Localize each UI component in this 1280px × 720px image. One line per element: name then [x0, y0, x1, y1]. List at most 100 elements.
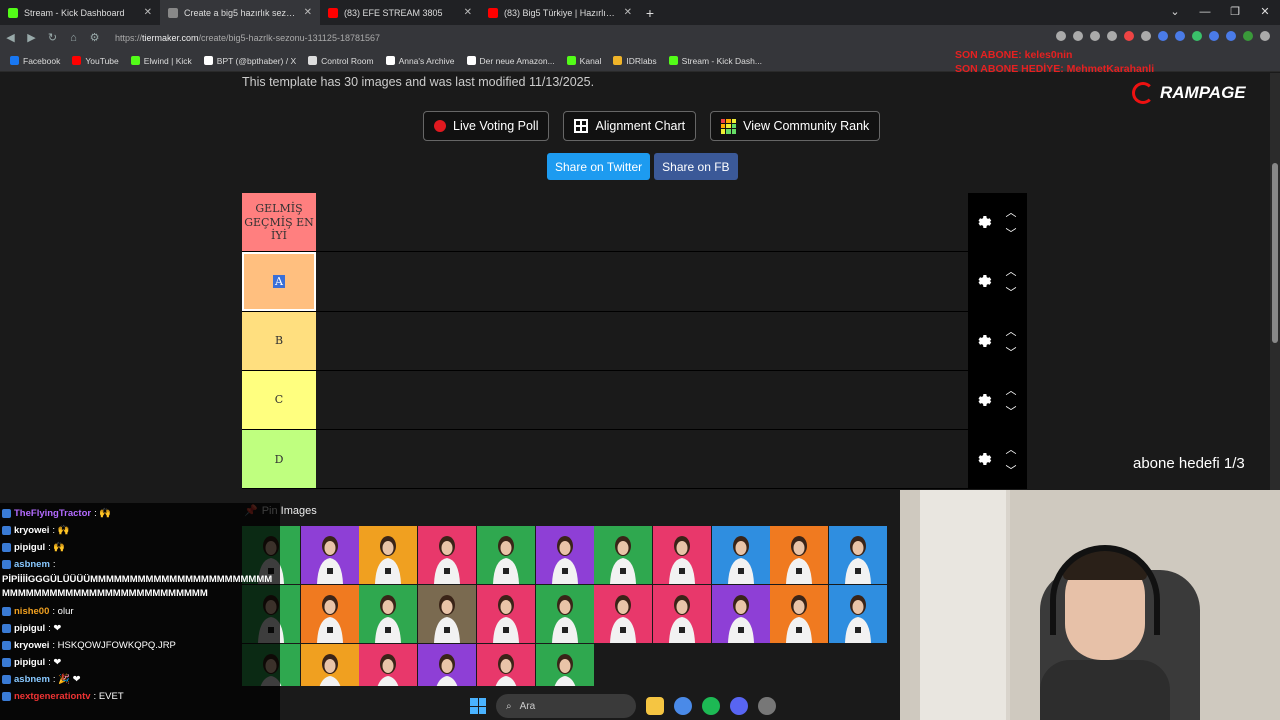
url-field[interactable]: https://tiermaker.com/create/big5-hazrlk…: [115, 33, 380, 43]
spotify-icon[interactable]: [702, 697, 720, 715]
extension-icon[interactable]: [1107, 31, 1117, 41]
tier-label[interactable]: C: [242, 370, 316, 430]
tier-drop-zone[interactable]: [316, 311, 968, 370]
bookmark-item[interactable]: Elwind | Kick: [130, 56, 192, 66]
extension-icon[interactable]: [1158, 31, 1168, 41]
tab-close-icon[interactable]: ✕: [144, 7, 152, 18]
tier-label[interactable]: GELMİŞ GEÇMİŞ EN İYİ: [242, 193, 316, 252]
new-tab-button[interactable]: +: [640, 5, 660, 21]
bookmark-icon[interactable]: [1090, 31, 1100, 41]
maximize-button[interactable]: ❐: [1220, 0, 1250, 25]
tier-drop-zone[interactable]: [316, 252, 968, 311]
translate-icon[interactable]: [1056, 31, 1066, 41]
chevron-down-icon[interactable]: ﹀: [1004, 343, 1018, 364]
menu-icon[interactable]: [1260, 31, 1270, 41]
chevron-up-icon[interactable]: ︿: [1004, 322, 1018, 343]
home-icon[interactable]: ⌂: [63, 32, 84, 44]
scrollbar-thumb[interactable]: [1272, 163, 1278, 343]
browser-tab[interactable]: (83) Big5 Türkiye | Hazırlık Sezon ✕: [480, 0, 640, 25]
tier-image-thumbnail[interactable]: [418, 585, 477, 643]
gear-icon[interactable]: [974, 391, 992, 409]
chrome-icon[interactable]: [674, 697, 692, 715]
tab-close-icon[interactable]: ✕: [304, 7, 312, 18]
bookmark-item[interactable]: Facebook: [10, 56, 60, 66]
tier-drop-zone[interactable]: [316, 430, 968, 489]
chevron-down-icon[interactable]: ﹀: [1004, 224, 1018, 245]
tier-image-thumbnail[interactable]: [770, 585, 829, 643]
share-twitter-button[interactable]: Share on Twitter: [547, 153, 651, 180]
sidepanel-icon[interactable]: [1226, 31, 1236, 41]
tier-label[interactable]: D: [242, 430, 316, 489]
chevron-up-icon[interactable]: ︿: [1004, 262, 1018, 283]
browser-tab[interactable]: Stream - Kick Dashboard ✕: [0, 0, 160, 25]
extension-icon[interactable]: [1141, 31, 1151, 41]
bookmark-item[interactable]: Stream - Kick Dash...: [668, 56, 762, 66]
tier-image-thumbnail[interactable]: [359, 644, 418, 686]
tier-image-thumbnail[interactable]: [476, 644, 535, 686]
alignment-chart-button[interactable]: Alignment Chart: [563, 111, 697, 141]
tier-image-thumbnail[interactable]: [535, 526, 594, 584]
tier-image-thumbnail[interactable]: [476, 585, 535, 643]
bookmark-item[interactable]: YouTube: [72, 56, 119, 66]
extension-icon[interactable]: [1209, 31, 1219, 41]
browser-tab[interactable]: Create a big5 hazırlık sezonu (1... ✕: [160, 0, 320, 25]
extension-icon[interactable]: [1192, 31, 1202, 41]
bookmark-item[interactable]: IDRlabs: [613, 56, 657, 66]
tier-image-thumbnail[interactable]: [359, 585, 418, 643]
extension-icon[interactable]: [1175, 31, 1185, 41]
tier-label[interactable]: B: [242, 311, 316, 370]
gear-icon[interactable]: [974, 450, 992, 468]
chevron-up-icon[interactable]: ︿: [1004, 381, 1018, 402]
file-explorer-icon[interactable]: [646, 697, 664, 715]
tier-image-thumbnail[interactable]: [652, 526, 711, 584]
tier-image-thumbnail[interactable]: [829, 585, 887, 643]
reload-icon[interactable]: ↻: [42, 31, 63, 44]
tier-label[interactable]: A: [242, 252, 316, 311]
site-info-icon[interactable]: ⚙: [84, 31, 105, 44]
tier-drop-zone[interactable]: [316, 193, 968, 252]
tier-image-thumbnail[interactable]: [418, 526, 477, 584]
back-icon[interactable]: ◀: [0, 31, 21, 44]
tier-image-thumbnail[interactable]: [300, 644, 359, 686]
forward-icon[interactable]: ▶: [21, 31, 42, 44]
tab-close-icon[interactable]: ✕: [464, 7, 472, 18]
chevron-down-icon[interactable]: ﹀: [1004, 283, 1018, 304]
extension-icon[interactable]: [1124, 31, 1134, 41]
discord-icon[interactable]: [730, 697, 748, 715]
close-window-button[interactable]: ✕: [1250, 0, 1280, 25]
gear-icon[interactable]: [974, 213, 992, 231]
tier-image-thumbnail[interactable]: [711, 585, 770, 643]
bookmark-item[interactable]: Anna's Archive: [385, 56, 455, 66]
share-facebook-button[interactable]: Share on FB: [654, 153, 738, 180]
community-rank-button[interactable]: View Community Rank: [710, 111, 881, 141]
bookmark-item[interactable]: BPT (@bpthaber) / X: [203, 56, 296, 66]
tier-image-thumbnail[interactable]: [594, 585, 653, 643]
gear-icon[interactable]: [974, 272, 992, 290]
windows-start-icon[interactable]: [470, 698, 486, 714]
chevron-down-icon[interactable]: ﹀: [1004, 402, 1018, 423]
minimize-button[interactable]: —: [1190, 0, 1220, 25]
tier-image-thumbnail[interactable]: [300, 585, 359, 643]
bookmark-item[interactable]: Control Room: [308, 56, 374, 66]
tier-image-thumbnail[interactable]: [594, 526, 653, 584]
tier-image-thumbnail[interactable]: [418, 644, 477, 686]
tab-search-icon[interactable]: ⌄: [1160, 0, 1190, 25]
tier-image-thumbnail[interactable]: [711, 526, 770, 584]
tier-image-thumbnail[interactable]: [770, 526, 829, 584]
obs-icon[interactable]: [758, 697, 776, 715]
browser-tab[interactable]: (83) EFE STREAM 3805 ✕: [320, 0, 480, 25]
tier-image-thumbnail[interactable]: [652, 585, 711, 643]
tier-image-thumbnail[interactable]: [535, 585, 594, 643]
chevron-up-icon[interactable]: ︿: [1004, 440, 1018, 461]
tier-image-thumbnail[interactable]: [300, 526, 359, 584]
gear-icon[interactable]: [974, 332, 992, 350]
tier-image-thumbnail[interactable]: [535, 644, 594, 686]
tier-image-thumbnail[interactable]: [829, 526, 887, 584]
profile-avatar[interactable]: [1243, 31, 1253, 41]
tier-image-thumbnail[interactable]: [359, 526, 418, 584]
chevron-up-icon[interactable]: ︿: [1004, 203, 1018, 224]
taskbar-search[interactable]: ⌕ Ara: [496, 694, 636, 718]
bookmark-item[interactable]: Kanal: [566, 56, 601, 66]
tier-drop-zone[interactable]: [316, 370, 968, 430]
zoom-icon[interactable]: [1073, 31, 1083, 41]
